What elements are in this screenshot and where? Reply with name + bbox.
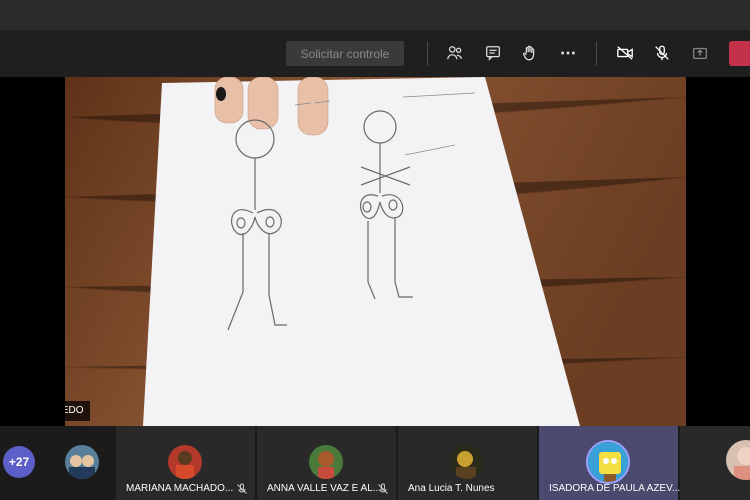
mic-off-icon (378, 483, 388, 494)
share-tray-icon[interactable] (689, 42, 711, 64)
participant-name: MARIANA MACHADO... (126, 483, 234, 494)
toolbar-separator (596, 42, 597, 66)
presenter-name-tag: PAULA AZEVEDO (65, 401, 90, 421)
participant-strip: +27 MARIANA MACHADO... ANNA VALLE VAZ E … (0, 426, 750, 500)
mic-off-icon (237, 483, 247, 494)
more-options-icon[interactable] (557, 42, 579, 64)
participant-name: ISADORA DE PAULA AZEV... (549, 483, 681, 494)
participant-avatar (450, 445, 484, 479)
title-bar (0, 0, 750, 30)
participant-avatar[interactable] (65, 445, 99, 479)
chat-icon[interactable] (482, 42, 504, 64)
presenter-name: PAULA AZEVEDO (65, 405, 84, 416)
shared-video-feed: PAULA AZEVEDO (65, 77, 686, 426)
request-control-button[interactable]: Solicitar controle (286, 41, 404, 66)
video-frame-drawing (65, 77, 686, 426)
participant-name: ANNA VALLE VAZ E AL... (267, 483, 382, 494)
participant-tile[interactable]: ANNA VALLE VAZ E AL... (257, 426, 396, 500)
participant-avatar (309, 445, 343, 479)
meeting-toolbar: Solicitar controle (0, 30, 750, 77)
main-video-stage: PAULA AZEVEDO (0, 77, 750, 426)
mic-off-icon[interactable] (651, 42, 673, 64)
leave-button[interactable] (729, 41, 750, 66)
participant-tile[interactable]: MARIANA MACHADO... (116, 426, 255, 500)
participant-tile[interactable]: Ana Lucia T. Nunes (398, 426, 537, 500)
overflow-participants-badge[interactable]: +27 (3, 446, 35, 478)
participant-avatar (586, 440, 630, 484)
raise-hand-icon[interactable] (519, 42, 541, 64)
participant-avatar (168, 445, 202, 479)
camera-off-icon[interactable] (614, 42, 636, 64)
participant-tile-active[interactable]: ISADORA DE PAULA AZEV... (539, 426, 681, 500)
participant-tile[interactable] (680, 426, 750, 500)
participant-avatar (726, 440, 750, 480)
people-icon[interactable] (444, 42, 466, 64)
toolbar-separator (427, 42, 428, 66)
participant-name: Ana Lucia T. Nunes (408, 483, 495, 494)
